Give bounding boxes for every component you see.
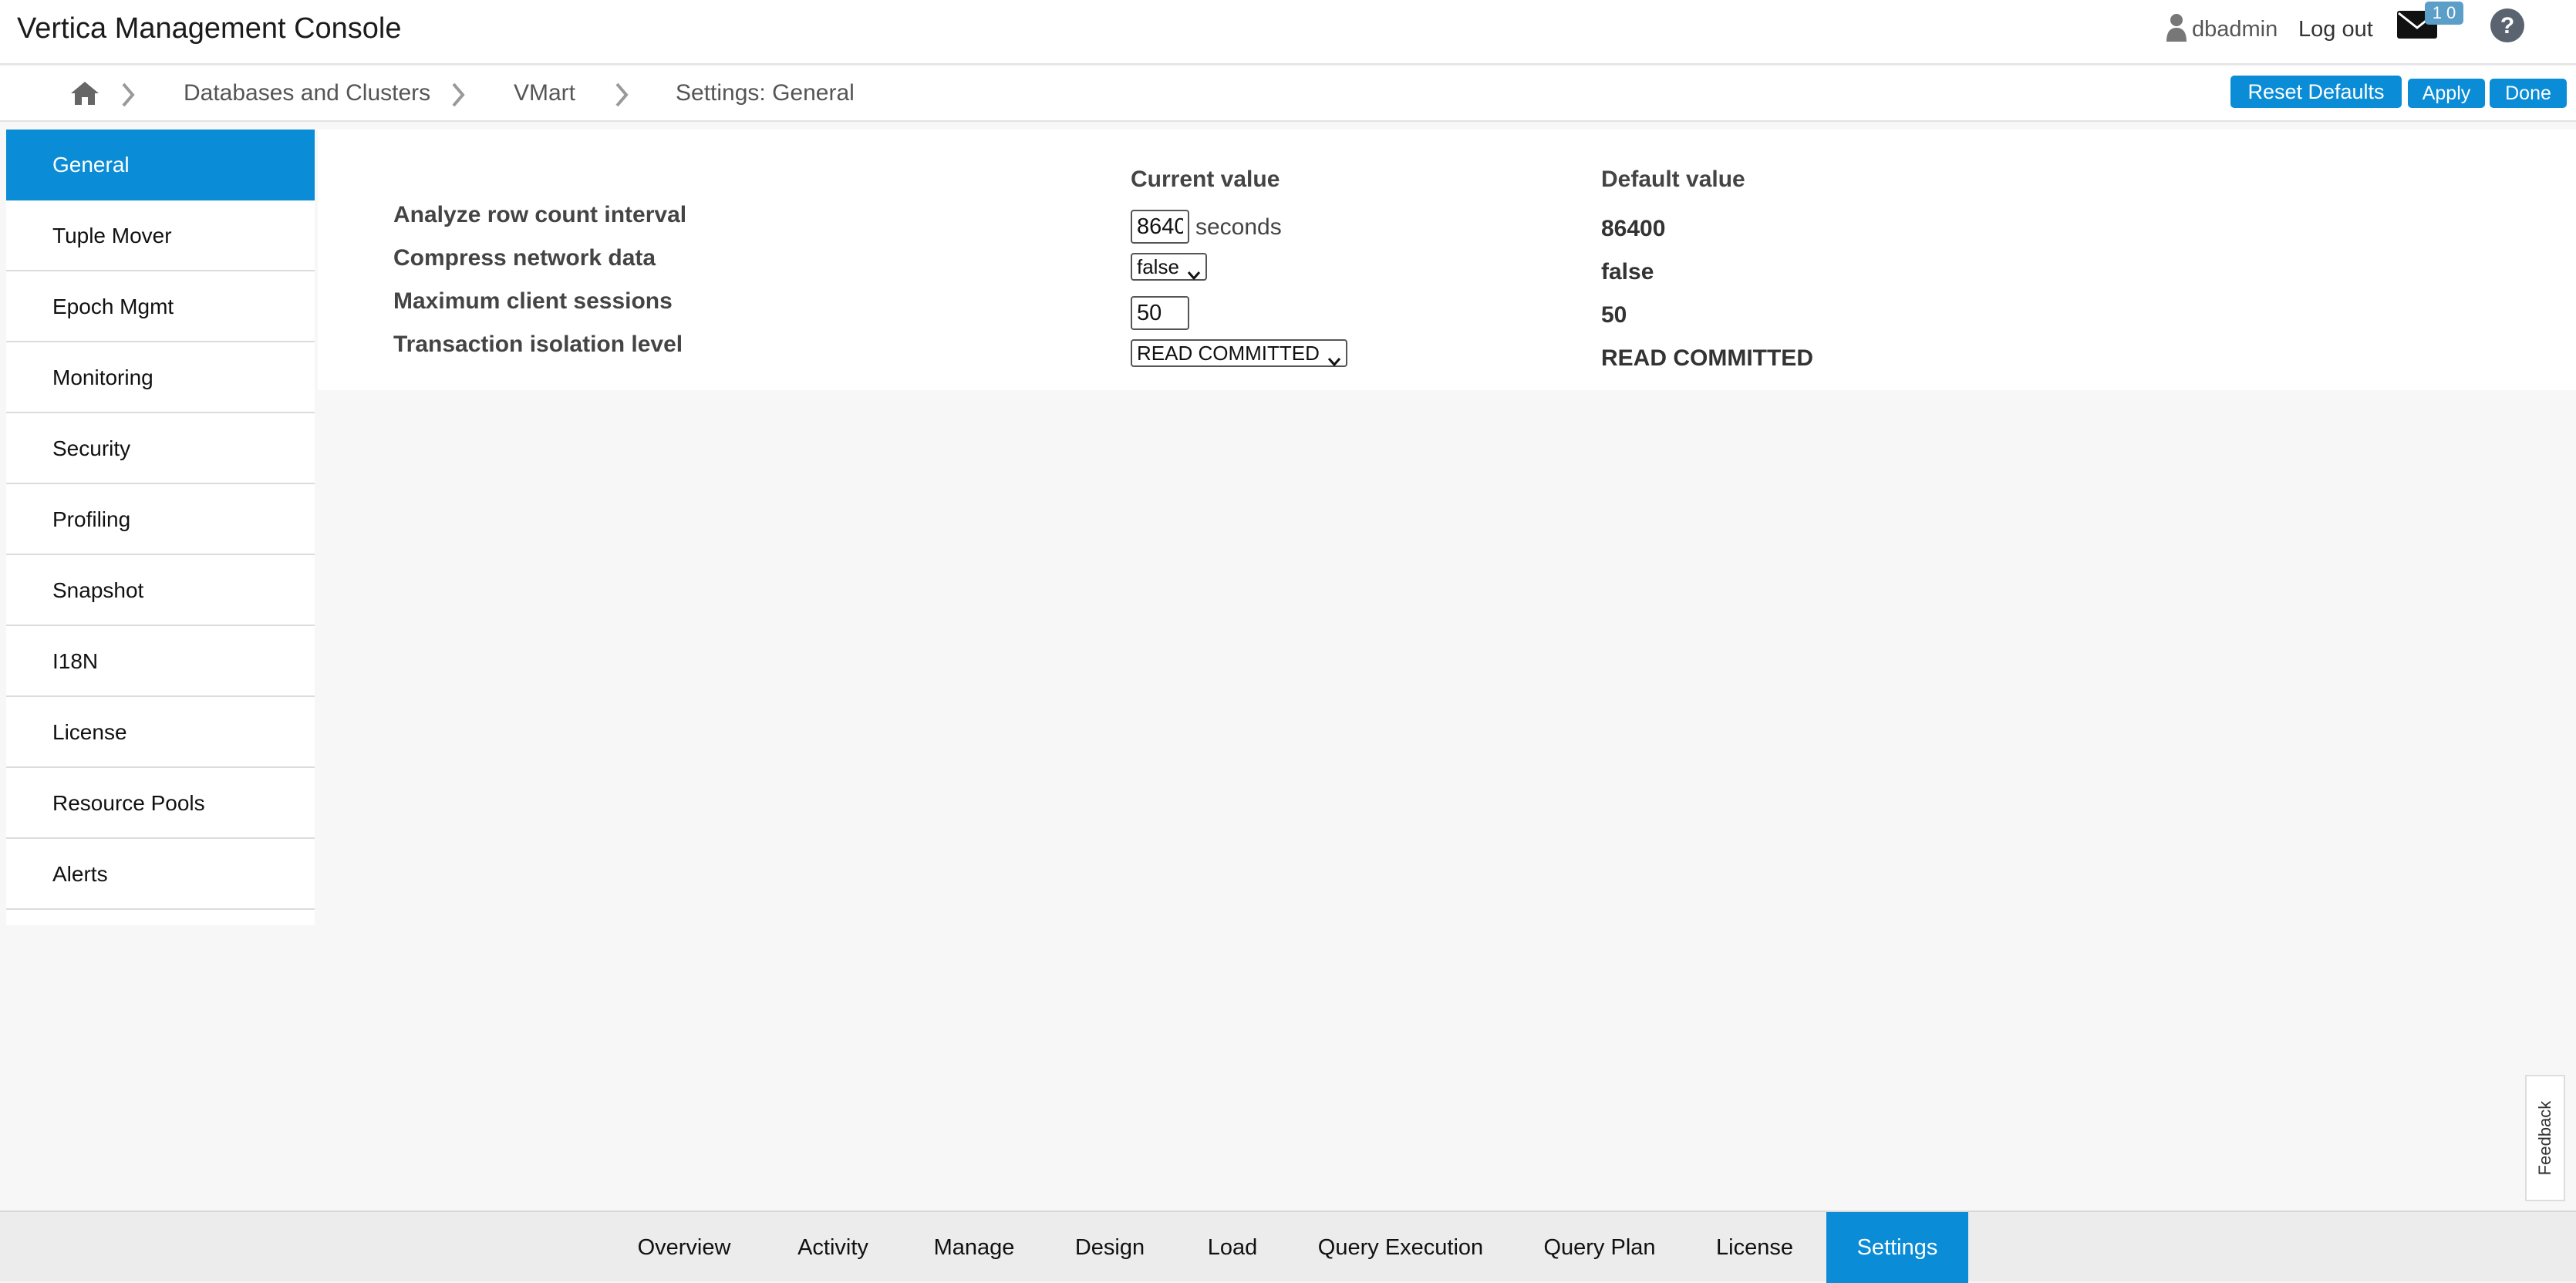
sidebar-item-i18n[interactable]: I18N — [6, 626, 315, 697]
tab-activity[interactable]: Activity — [779, 1212, 887, 1283]
sidebar-item-security[interactable]: Security — [6, 413, 315, 484]
tab-query-plan[interactable]: Query Plan — [1530, 1212, 1669, 1283]
feedback-tab[interactable]: Feedback — [2525, 1075, 2565, 1201]
chevron-right-icon — [120, 82, 136, 112]
tab-settings[interactable]: Settings — [1826, 1212, 1968, 1283]
seconds-unit-label: seconds — [1195, 214, 1282, 240]
app-title: Vertica Management Console — [17, 12, 402, 45]
transaction-isolation-level-label: Transaction isolation level — [393, 332, 683, 357]
sidebar-item-general[interactable]: General — [6, 130, 315, 200]
tab-manage[interactable]: Manage — [922, 1212, 1026, 1283]
chevron-down-icon — [1327, 348, 1341, 372]
breadcrumb-settings-general: Settings: General — [676, 80, 855, 106]
username-label: dbadmin — [2192, 17, 2278, 42]
svg-text:?: ? — [2500, 13, 2514, 39]
sidebar-item-snapshot[interactable]: Snapshot — [6, 555, 315, 626]
feedback-label: Feedback — [2535, 1100, 2554, 1176]
maximum-client-sessions-label: Maximum client sessions — [393, 288, 673, 314]
sidebar-item-resource-pools[interactable]: Resource Pools — [6, 768, 315, 839]
sidebar-item-monitoring[interactable]: Monitoring — [6, 342, 315, 413]
sidebar-item-profiling[interactable]: Profiling — [6, 484, 315, 555]
transaction-isolation-level-default: READ COMMITTED — [1601, 345, 1813, 371]
general-settings-panel: Current value Default value Analyze row … — [318, 130, 2576, 390]
help-icon[interactable]: ? — [2490, 8, 2525, 47]
reset-defaults-button[interactable]: Reset Defaults — [2230, 76, 2402, 108]
breadcrumb-vmart[interactable]: VMart — [514, 80, 575, 106]
maximum-client-sessions-default: 50 — [1601, 302, 1627, 328]
settings-sidebar: General Tuple Mover Epoch Mgmt Monitorin… — [6, 130, 315, 925]
tab-load[interactable]: Load — [1194, 1212, 1271, 1283]
sidebar-item-license[interactable]: License — [6, 697, 315, 768]
bottom-tab-bar: Overview Activity Manage Design Load Que… — [0, 1211, 2576, 1283]
breadcrumb: Databases and Clusters VMart Settings: G… — [0, 66, 2576, 122]
transaction-isolation-level-select[interactable]: READ COMMITTED — [1131, 339, 1347, 367]
done-button[interactable]: Done — [2490, 79, 2567, 108]
tab-design[interactable]: Design — [1061, 1212, 1158, 1283]
transaction-isolation-level-value: READ COMMITTED — [1137, 342, 1320, 365]
message-count-badge: 1 0 — [2425, 2, 2463, 25]
sidebar-item-tuple-mover[interactable]: Tuple Mover — [6, 200, 315, 271]
sidebar-item-epoch-mgmt[interactable]: Epoch Mgmt — [6, 271, 315, 342]
chevron-down-icon — [1187, 261, 1201, 286]
compress-network-data-label: Compress network data — [393, 245, 656, 271]
chevron-right-icon — [450, 82, 466, 112]
logout-link[interactable]: Log out — [2298, 17, 2373, 42]
tab-license[interactable]: License — [1704, 1212, 1805, 1283]
tab-overview[interactable]: Overview — [625, 1212, 743, 1283]
compress-network-data-value: false — [1137, 255, 1179, 278]
analyze-row-count-interval-label: Analyze row count interval — [393, 202, 687, 227]
top-header: Vertica Management Console dbadmin Log o… — [0, 0, 2576, 65]
breadcrumb-databases-and-clusters[interactable]: Databases and Clusters — [184, 80, 430, 106]
compress-network-data-select[interactable]: false — [1131, 253, 1207, 281]
current-value-header: Current value — [1131, 167, 1280, 192]
default-value-header: Default value — [1601, 167, 1745, 192]
compress-network-data-default: false — [1601, 259, 1654, 285]
maximum-client-sessions-input[interactable] — [1131, 296, 1189, 330]
analyze-row-count-interval-input[interactable] — [1131, 210, 1189, 244]
tab-query-execution[interactable]: Query Execution — [1307, 1212, 1495, 1283]
chevron-right-icon — [614, 82, 629, 112]
analyze-row-count-interval-default: 86400 — [1601, 216, 1666, 241]
user-icon — [2166, 12, 2187, 47]
home-icon[interactable] — [69, 80, 100, 110]
sidebar-item-alerts[interactable]: Alerts — [6, 839, 315, 910]
apply-button[interactable]: Apply — [2408, 79, 2485, 108]
